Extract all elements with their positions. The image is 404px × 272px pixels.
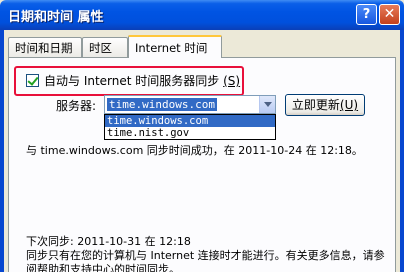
close-button[interactable]: ✕ xyxy=(379,4,400,25)
server-label: 服务器: xyxy=(56,99,97,113)
tab-internet-time[interactable]: Internet 时间 xyxy=(128,35,222,58)
window-title: 日期和时间 属性 xyxy=(8,10,104,25)
sync-status-text: 与 time.windows.com 同步时间成功，在 2011-10-24 在… xyxy=(26,144,363,157)
auto-sync-checkbox[interactable] xyxy=(26,74,39,87)
server-combobox[interactable]: time.windows.com xyxy=(104,95,276,114)
auto-sync-hotkey: (S) xyxy=(223,74,241,88)
title-bar[interactable]: 日期和时间 属性 ? ✕ xyxy=(0,0,404,30)
update-now-button[interactable]: 立即更新(U) xyxy=(285,94,365,116)
next-sync-text: 下次同步: 2011-10-31 在 12:18 xyxy=(26,235,191,248)
sync-info-text: 同步只有在您的计算机与 Internet 连接时才能进行。有关更多信息，请参阅帮… xyxy=(26,249,385,272)
update-now-hotkey: (U) xyxy=(339,98,359,112)
window-frame-left xyxy=(0,30,4,272)
server-dropdown-list[interactable]: time.windows.com time.nist.gov xyxy=(104,114,276,140)
dropdown-option[interactable]: time.windows.com xyxy=(105,115,275,127)
help-button[interactable]: ? xyxy=(356,4,377,25)
window-frame-right xyxy=(400,30,404,272)
tab-date-time[interactable]: 时间和日期 xyxy=(8,37,82,57)
auto-sync-label-text: 自动与 Internet 时间服务器同步 xyxy=(44,74,220,88)
tab-time-zone[interactable]: 时区 xyxy=(82,37,128,57)
chevron-down-icon[interactable] xyxy=(259,96,275,113)
server-combobox-value[interactable]: time.windows.com xyxy=(107,98,217,111)
dropdown-option[interactable]: time.nist.gov xyxy=(105,127,275,139)
auto-sync-label[interactable]: 自动与 Internet 时间服务器同步 (S) xyxy=(44,72,240,89)
update-now-label: 立即更新 xyxy=(291,98,340,112)
